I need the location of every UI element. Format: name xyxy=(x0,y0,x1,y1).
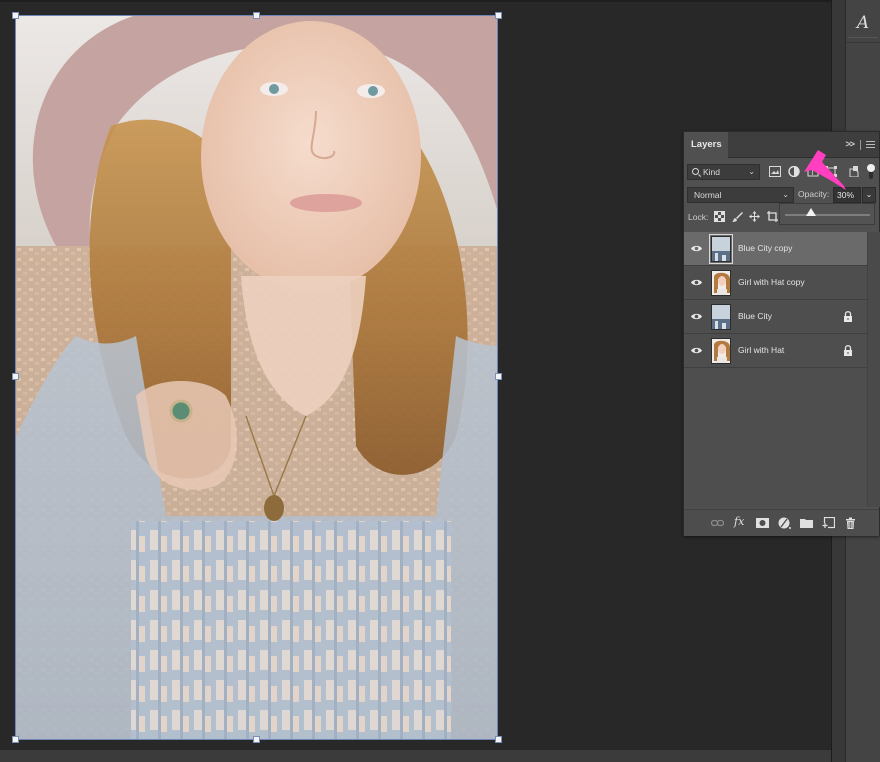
layer-name: Girl with Hat xyxy=(738,345,785,355)
layer-name: Girl with Hat copy xyxy=(738,277,805,287)
trash-icon[interactable] xyxy=(844,517,857,529)
tab-layers[interactable]: Layers xyxy=(684,132,728,158)
lock-label: Lock: xyxy=(688,212,709,222)
layer-thumbnail-girl xyxy=(711,338,731,364)
link-icon[interactable] xyxy=(711,517,724,529)
visibility-eye-icon[interactable] xyxy=(691,245,702,252)
lock-image-pixels-icon[interactable] xyxy=(732,211,743,222)
transform-handle-top-left[interactable] xyxy=(12,12,19,19)
status-bar xyxy=(0,750,845,762)
layer-name: Blue City xyxy=(738,311,773,321)
blend-mode-value: Normal xyxy=(694,190,722,200)
chevron-down-icon: ⌄ xyxy=(748,167,755,176)
panel-menu-icon[interactable] xyxy=(866,141,875,148)
svg-text:T: T xyxy=(810,168,815,177)
visibility-eye-icon[interactable] xyxy=(691,347,702,354)
shape-filter-icon[interactable] xyxy=(825,166,837,177)
opacity-dropdown-button[interactable]: ⌄ xyxy=(862,187,876,203)
layers-panel: Layers >> Kind ⌄ T Normal ⌄ Opacity: 30%… xyxy=(683,131,880,536)
transform-handle-bottom[interactable] xyxy=(253,736,260,743)
blend-opacity-row: Normal ⌄ Opacity: 30% ⌄ xyxy=(684,186,879,204)
layer-thumbnail-girl xyxy=(711,270,731,296)
opacity-label: Opacity: xyxy=(798,189,830,199)
layer-thumbnail-city xyxy=(709,234,733,264)
lock-artboard-icon[interactable] xyxy=(767,211,778,222)
photoshop-window: A Layers >> Kind ⌄ T Normal ⌄ Opacity: 3… xyxy=(0,0,880,762)
filter-row: Kind ⌄ T xyxy=(684,162,879,182)
adjustment-icon[interactable] xyxy=(778,517,791,529)
character-panel-button[interactable]: A xyxy=(848,8,878,38)
filter-toggle-switch[interactable] xyxy=(866,163,876,179)
opacity-slider-popup xyxy=(779,203,875,225)
transform-handle-left[interactable] xyxy=(12,373,19,380)
smart-object-filter-icon[interactable] xyxy=(848,166,860,177)
document-image[interactable] xyxy=(15,15,498,740)
mask-icon[interactable] xyxy=(756,517,769,529)
transform-handle-bottom-right[interactable] xyxy=(495,736,502,743)
new-layer-icon[interactable] xyxy=(822,517,835,529)
transform-handle-top-right[interactable] xyxy=(495,12,502,19)
composite-photo xyxy=(16,16,497,739)
filter-kind-select[interactable]: Kind ⌄ xyxy=(687,164,760,180)
opacity-slider-thumb[interactable] xyxy=(805,208,816,216)
filter-kind-label: Kind xyxy=(703,167,721,177)
panel-tabbar: Layers >> xyxy=(684,132,879,158)
chevron-down-icon: ⌄ xyxy=(782,190,789,199)
transform-handle-top[interactable] xyxy=(253,12,260,19)
layer-row[interactable]: Blue City xyxy=(684,300,867,334)
visibility-eye-icon[interactable] xyxy=(691,279,702,286)
transform-handle-bottom-left[interactable] xyxy=(12,736,19,743)
layers-scrollbar[interactable] xyxy=(867,232,880,507)
layer-thumbnail-city xyxy=(711,304,731,330)
pixel-filter-icon[interactable] xyxy=(769,166,781,177)
opacity-input[interactable]: 30% xyxy=(833,187,861,203)
layer-name: Blue City copy xyxy=(738,243,793,253)
type-filter-icon[interactable]: T xyxy=(807,166,819,177)
group-folder-icon[interactable] xyxy=(800,517,813,529)
layer-locked-icon xyxy=(844,345,852,356)
layer-locked-icon xyxy=(844,311,852,322)
panel-footer: fx xyxy=(684,509,879,536)
layer-row[interactable]: Girl with Hat copy xyxy=(684,266,867,300)
lock-position-icon[interactable] xyxy=(749,211,760,222)
layers-list: Blue City copy Girl with Hat copy Blue C… xyxy=(684,232,880,507)
visibility-eye-icon[interactable] xyxy=(691,313,702,320)
opacity-slider-track[interactable] xyxy=(785,214,870,216)
transform-handle-right[interactable] xyxy=(495,373,502,380)
lock-transparent-pixels-icon[interactable] xyxy=(714,211,725,222)
fx-icon[interactable]: fx xyxy=(734,515,750,528)
tabbar-divider xyxy=(860,140,861,150)
layer-row[interactable]: Girl with Hat xyxy=(684,334,867,368)
adjustment-filter-icon[interactable] xyxy=(788,166,800,177)
character-icon: A xyxy=(856,13,870,33)
blend-mode-select[interactable]: Normal ⌄ xyxy=(687,187,794,203)
dock-divider xyxy=(846,42,880,43)
collapse-panel-icon[interactable]: >> xyxy=(845,139,854,149)
search-icon xyxy=(692,168,699,175)
layer-row[interactable]: Blue City copy xyxy=(684,232,867,266)
